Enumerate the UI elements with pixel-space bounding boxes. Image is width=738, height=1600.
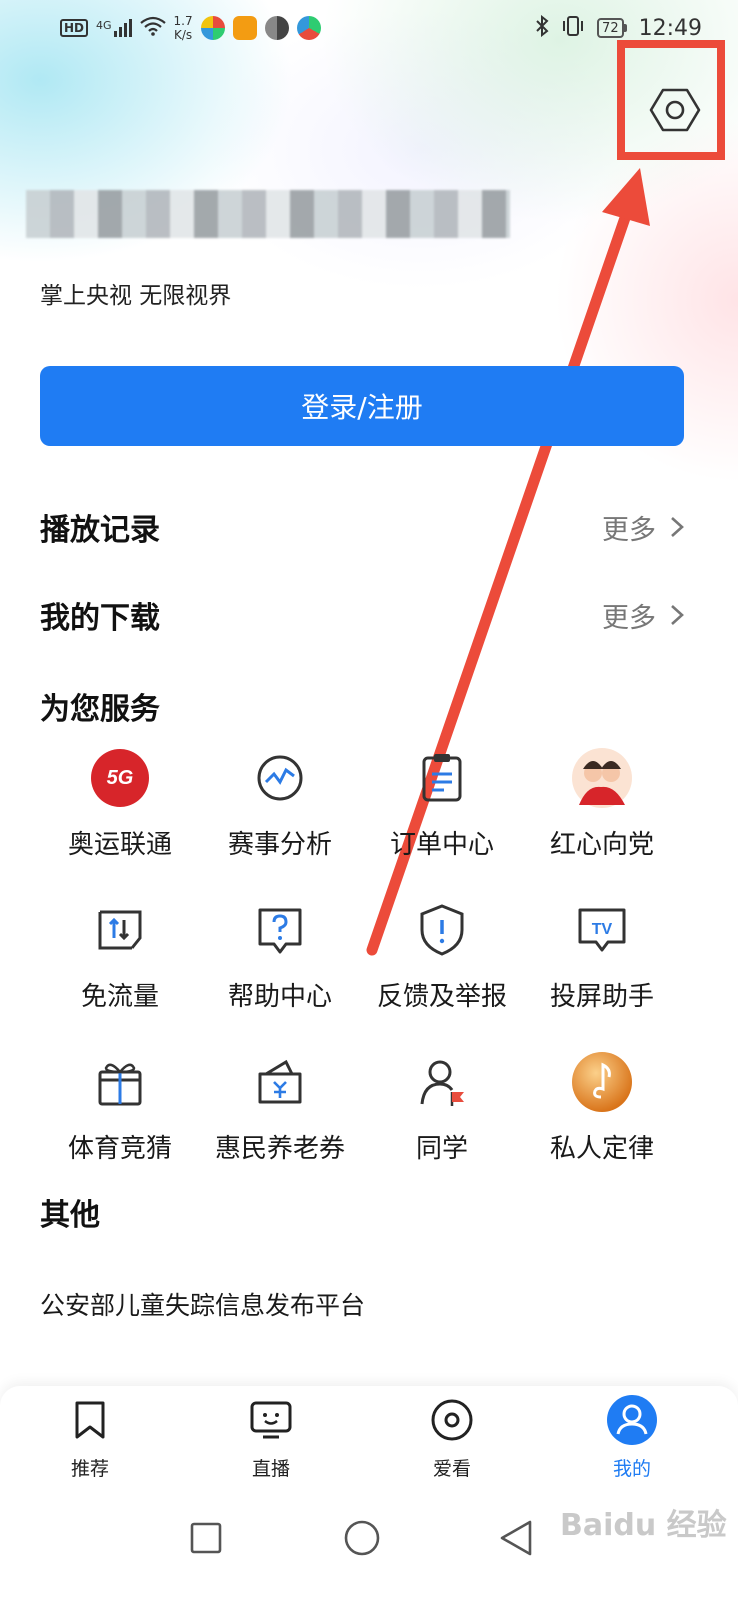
baidu-watermark: Baidu 经验 [560, 1508, 727, 1543]
service-label: 投屏助手 [549, 982, 654, 1012]
recent-apps-button[interactable] [176, 1508, 236, 1568]
more-label: 更多 [602, 602, 656, 634]
battery-tip [623, 24, 627, 32]
service-item-sports-quiz[interactable]: 体育竞猜 [40, 1050, 200, 1180]
wifi-icon [139, 16, 166, 41]
more-label: 更多 [602, 514, 656, 546]
nav-tab-love-watch[interactable]: 爱看 [392, 1394, 512, 1484]
status-left: HD 4G 1.7 K/s [60, 14, 321, 42]
battery-icon: 72 [597, 18, 624, 38]
battery-level: 72 [602, 20, 619, 36]
nav-label: 推荐 [70, 1458, 109, 1480]
chevron-right-icon [671, 517, 684, 537]
hd-badge: HD [60, 19, 89, 37]
5g-badge-icon: 5G [88, 746, 152, 810]
slogan-text: 掌上央视 无限视界 [40, 283, 232, 309]
clock: 12:49 [638, 15, 702, 41]
wallet-yuan-icon [248, 1050, 312, 1114]
annotation-highlight-box [617, 40, 725, 160]
home-button[interactable] [332, 1508, 392, 1568]
service-item-help-center[interactable]: 帮助中心 [200, 898, 360, 1028]
downloads-row[interactable]: 我的下载 更多 [40, 590, 688, 640]
service-item-free-data[interactable]: 免流量 [40, 898, 200, 1028]
service-label: 免流量 [80, 982, 159, 1012]
user-icon [606, 1394, 658, 1446]
downloads-more-link[interactable]: 更多 [602, 596, 688, 635]
service-label: 奥运联通 [67, 830, 172, 860]
network-speed: 1.7 K/s [174, 14, 193, 42]
blurred-username [26, 190, 510, 238]
status-right: 72 12:49 [535, 14, 702, 42]
history-more-link[interactable]: 更多 [602, 508, 688, 547]
login-register-button[interactable]: 登录/注册 [40, 366, 684, 446]
target-circle-icon [426, 1394, 478, 1446]
other-title: 其他 [40, 1198, 100, 1233]
data-transfer-icon [88, 898, 152, 962]
service-item-red-heart[interactable]: 红心向党 [522, 746, 682, 876]
question-bubble-icon [248, 898, 312, 962]
service-label: 同学 [415, 1134, 468, 1164]
people-avatar-icon [570, 746, 634, 810]
nav-label: 我的 [612, 1458, 651, 1480]
service-item-order-center[interactable]: 订单中心 [362, 746, 522, 876]
music-note-icon [570, 1050, 634, 1114]
svg-text:TV: TV [592, 921, 613, 938]
gift-box-icon [88, 1050, 152, 1114]
nav-label: 直播 [251, 1458, 290, 1480]
nav-label: 爱看 [432, 1458, 471, 1480]
speed-value: 1.7 [173, 14, 193, 28]
circle-icon [344, 1520, 380, 1556]
bottom-navigation: 推荐 直播 爱看 我的 [0, 1386, 738, 1490]
back-button[interactable] [486, 1508, 546, 1568]
service-label: 订单中心 [389, 830, 494, 860]
service-item-screen-cast[interactable]: TV 投屏助手 [522, 898, 682, 1028]
shield-alert-icon [410, 898, 474, 962]
nav-tab-mine[interactable]: 我的 [572, 1394, 692, 1484]
missing-children-platform-link[interactable]: 公安部儿童失踪信息发布平台 [40, 1286, 365, 1322]
service-label: 赛事分析 [227, 830, 332, 860]
signal-icon: 4G [96, 19, 132, 37]
service-label: 红心向党 [549, 830, 654, 860]
app-notification-icon [264, 16, 289, 40]
history-title: 播放记录 [40, 513, 160, 548]
person-flag-icon [410, 1050, 474, 1114]
square-icon [190, 1522, 222, 1554]
app-notification-icon [296, 16, 321, 40]
service-label: 私人定律 [549, 1134, 654, 1164]
triangle-back-icon [500, 1520, 532, 1556]
service-label: 体育竞猜 [67, 1134, 172, 1164]
service-label: 惠民养老券 [214, 1134, 345, 1164]
downloads-title: 我的下载 [40, 601, 160, 636]
service-label: 反馈及举报 [376, 982, 507, 1012]
clipboard-icon [410, 746, 474, 810]
service-item-match-analysis[interactable]: 赛事分析 [200, 746, 360, 876]
service-label: 帮助中心 [227, 982, 332, 1012]
chart-circle-icon [248, 746, 312, 810]
service-item-olympic-unicom[interactable]: 5G 奥运联通 [40, 746, 200, 876]
service-item-feedback-report[interactable]: 反馈及举报 [362, 898, 522, 1028]
bluetooth-icon [535, 14, 549, 42]
network-type: 4G [96, 19, 112, 32]
app-notification-icon [200, 16, 225, 40]
chevron-right-icon [671, 605, 684, 625]
nav-tab-live[interactable]: 直播 [211, 1394, 331, 1484]
service-item-elderly-voucher[interactable]: 惠民养老券 [200, 1050, 360, 1180]
tv-cast-icon: TV [570, 898, 634, 962]
tv-face-icon [245, 1394, 297, 1446]
video-app-icon [232, 16, 257, 40]
services-title: 为您服务 [40, 692, 160, 727]
service-item-classmates[interactable]: 同学 [362, 1050, 522, 1180]
vibrate-icon [561, 15, 585, 42]
svg-text:5G: 5G [107, 767, 134, 789]
nav-tab-recommend[interactable]: 推荐 [30, 1394, 150, 1484]
speed-unit: K/s [174, 28, 193, 42]
service-item-private-melody[interactable]: 私人定律 [522, 1050, 682, 1180]
history-row[interactable]: 播放记录 更多 [40, 502, 688, 552]
bookmark-icon [64, 1394, 116, 1446]
